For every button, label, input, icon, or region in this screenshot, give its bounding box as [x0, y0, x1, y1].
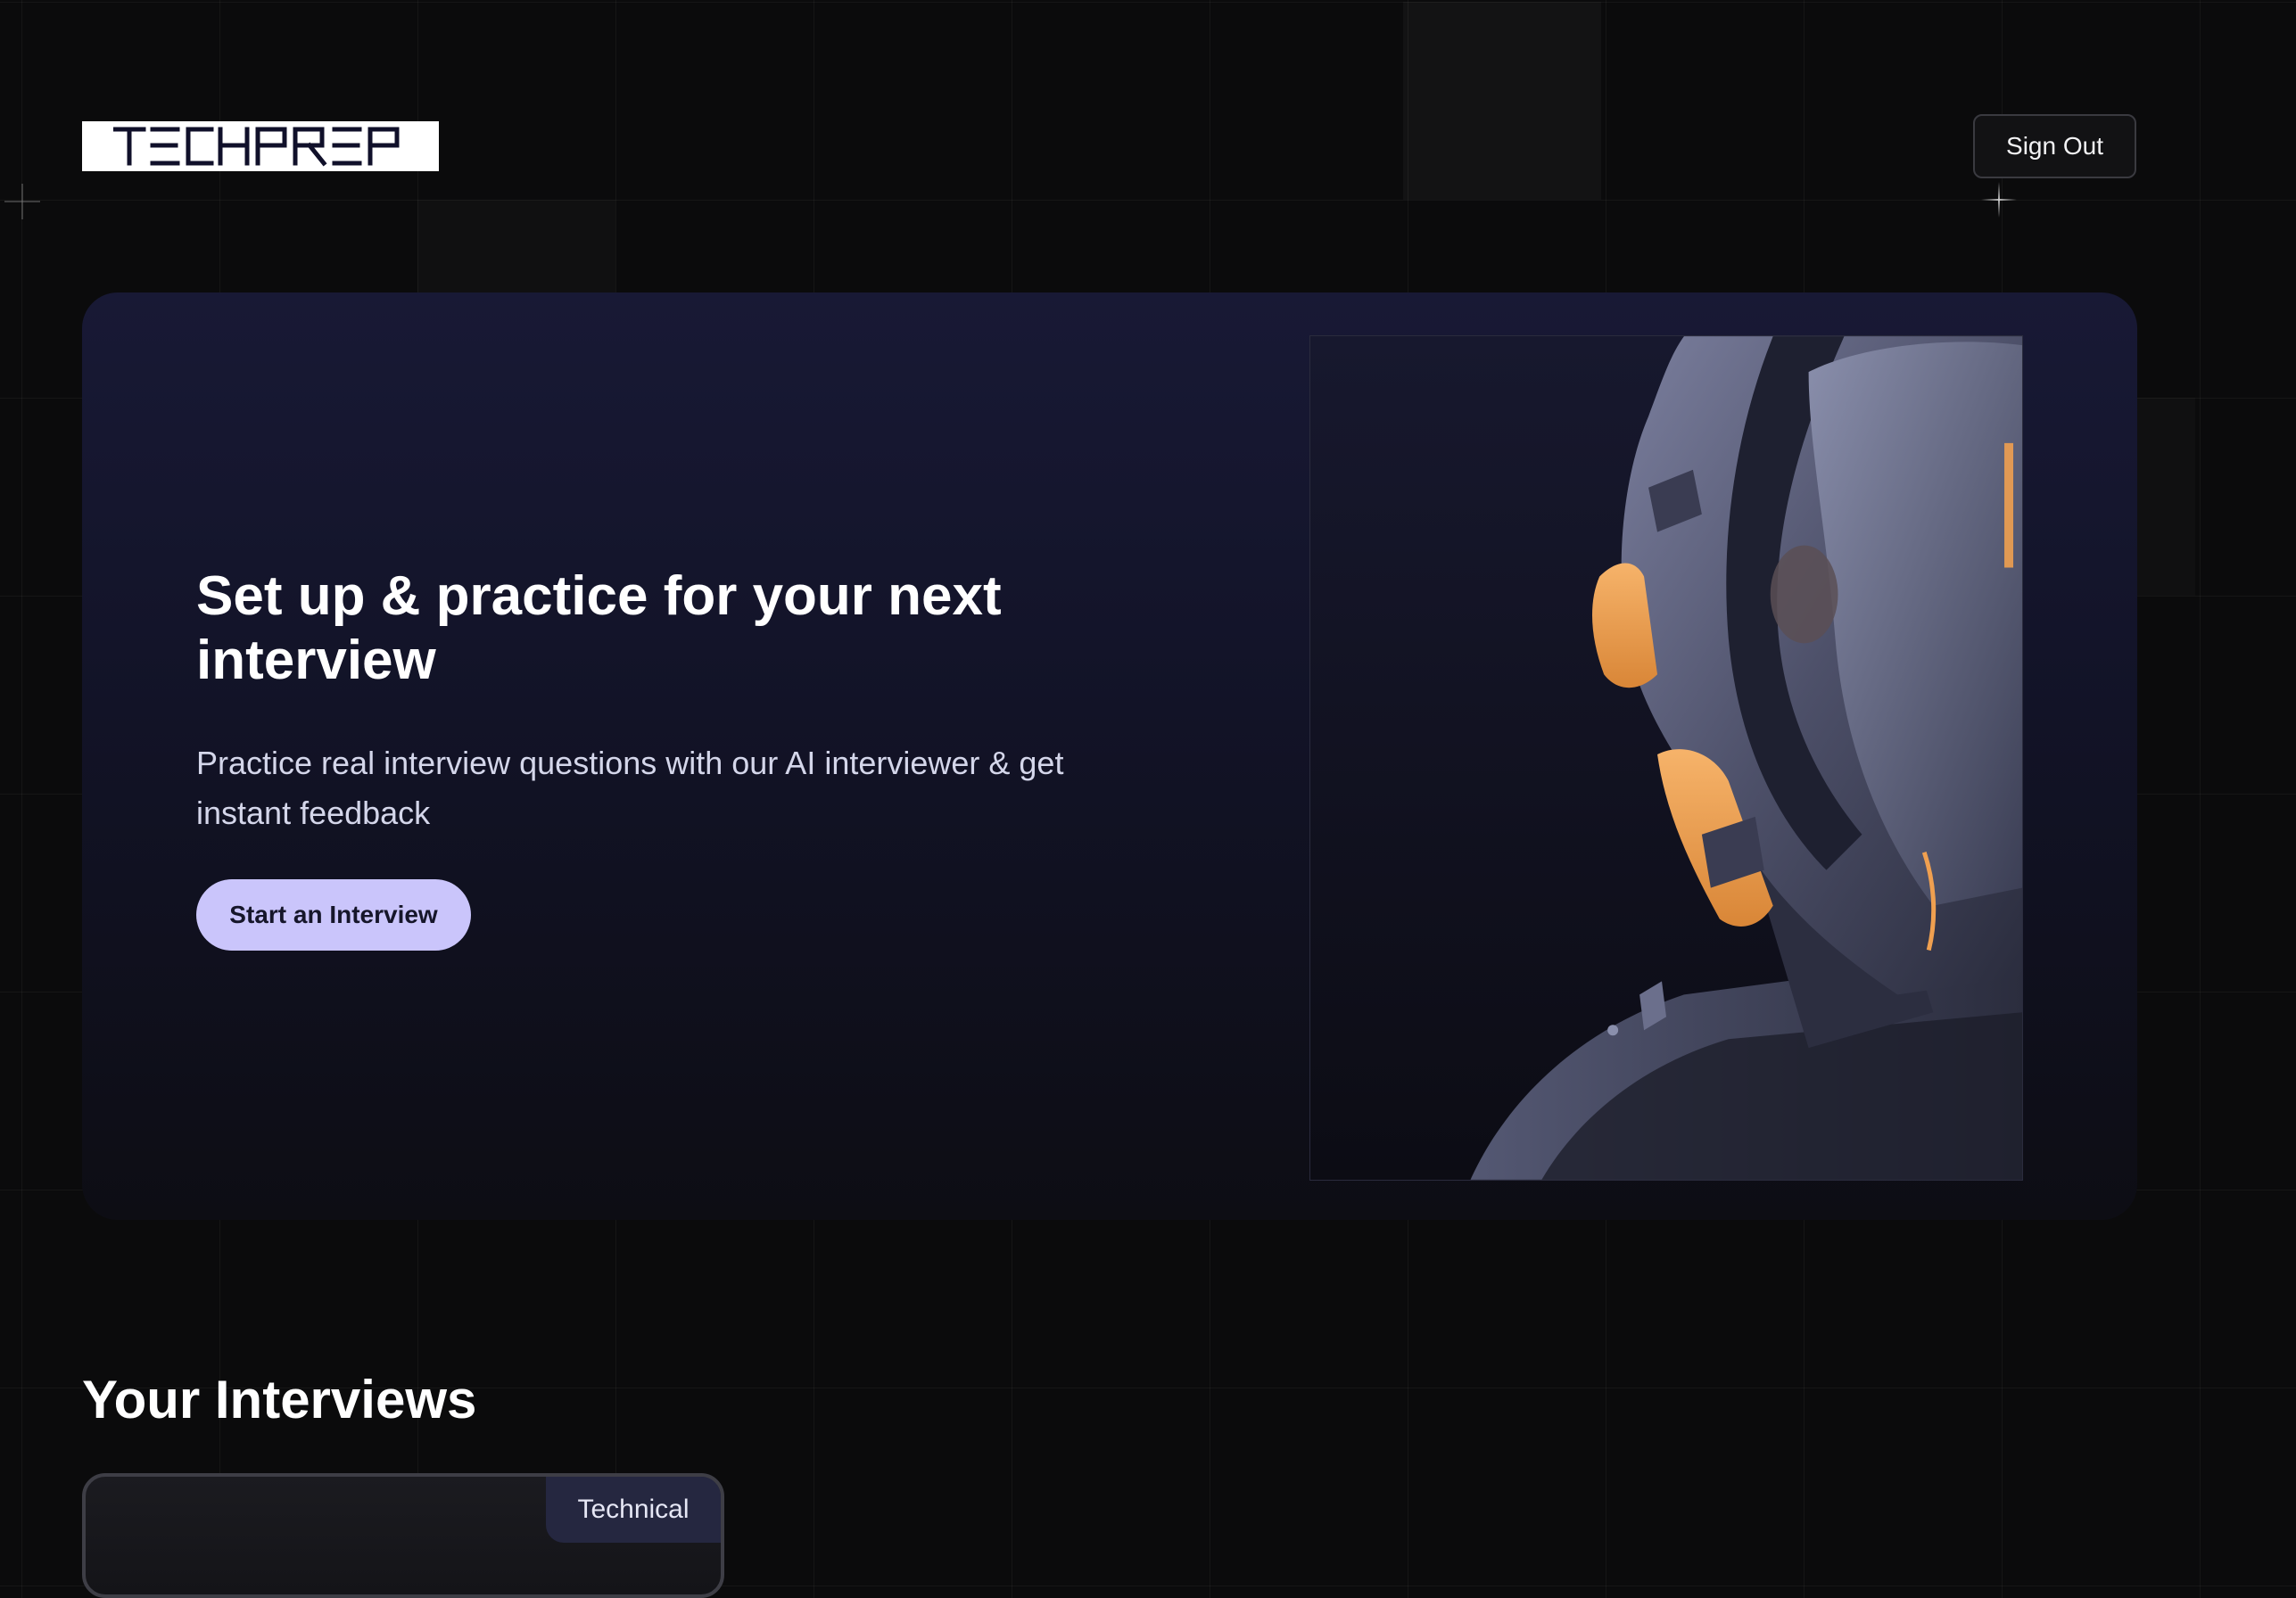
sparkle-icon	[1981, 182, 2017, 218]
hero-card: Set up & practice for your next intervie…	[82, 292, 2137, 1220]
interview-card[interactable]: Technical	[82, 1473, 724, 1598]
robot-helmet-image	[1309, 335, 2023, 1181]
start-interview-button[interactable]: Start an Interview	[196, 879, 471, 951]
sparkle-icon	[4, 184, 40, 219]
hero-subtitle: Practice real interview questions with o…	[196, 745, 1064, 831]
hero-title: Set up & practice for your next intervie…	[196, 565, 1002, 691]
your-interviews-heading: Your Interviews	[82, 1370, 477, 1429]
sign-out-button[interactable]: Sign Out	[1973, 114, 2136, 178]
interview-type-badge: Technical	[546, 1477, 721, 1543]
techprep-logo[interactable]	[82, 121, 439, 171]
robot-helmet-icon	[1470, 336, 2022, 1180]
grid-tile	[1403, 2, 1601, 200]
logo-wordmark-icon	[113, 127, 400, 167]
